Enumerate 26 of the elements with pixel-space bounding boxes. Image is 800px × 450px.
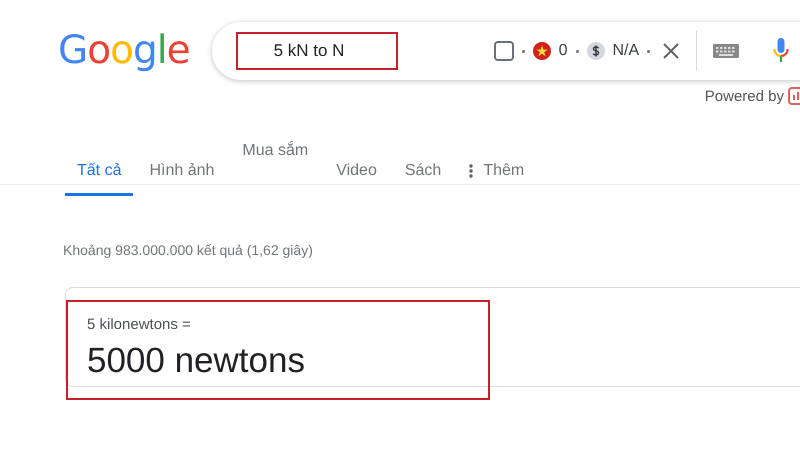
checkbox[interactable] [494, 41, 514, 61]
count-text: 0 [558, 42, 568, 60]
dollar-icon [586, 42, 604, 60]
result-stats: Khoảng 983.000.000 kết quả (1,62 giây) [63, 242, 314, 258]
more-vertical-icon [469, 164, 474, 178]
tab[interactable]: Mua sắm [230, 131, 320, 196]
result-value-text: 5000 newtons [87, 341, 305, 381]
tab[interactable]: Video [324, 131, 389, 196]
search-bar[interactable]: 5 kN to N 0 N/A [212, 22, 800, 80]
tab[interactable]: Sách [392, 131, 454, 196]
separator-dot [522, 50, 525, 52]
search-query[interactable]: 5 kN to N [236, 32, 398, 70]
star-badge-icon [532, 42, 551, 60]
chart-logo-icon [788, 87, 800, 105]
powered-by-text: Powered by [704, 88, 784, 104]
tab[interactable]: Thêm [457, 131, 536, 196]
tab[interactable]: Hình ảnh [137, 131, 226, 196]
microphone-icon[interactable] [773, 38, 790, 64]
keyboard-icon[interactable] [713, 44, 740, 58]
tab[interactable]: Tất cả [65, 131, 134, 196]
conversion-label: 5 kilonewtons = [87, 316, 191, 333]
google-logo[interactable]: Google [58, 29, 190, 73]
price-text: N/A [612, 42, 640, 60]
close-icon[interactable] [662, 42, 680, 60]
separator-dot [576, 50, 578, 52]
separator-dot [647, 50, 650, 52]
